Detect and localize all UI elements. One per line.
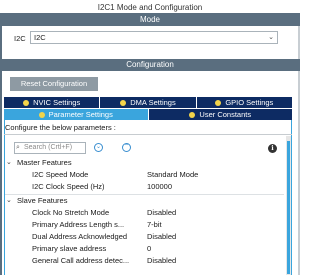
chevron-down-icon: ⌄ [268, 34, 274, 41]
reset-configuration-button[interactable]: Reset Configuration [10, 77, 98, 91]
settings-tabs-row-2: Parameter Settings User Constants [4, 109, 292, 120]
tab-dma-settings[interactable]: DMA Settings [100, 97, 196, 108]
info-icon[interactable]: i [268, 144, 277, 153]
param-name: I2C Speed Mode [32, 170, 89, 179]
param-name: Primary slave address [32, 244, 107, 253]
search-placeholder: Search (Crtl+F) [24, 144, 73, 151]
param-value: Disabled [147, 232, 177, 241]
configure-hint: Configure the below parameters : [5, 123, 116, 132]
mode-section-header: Mode [0, 13, 300, 26]
param-row[interactable]: I2C Speed Mode Standard Mode [5, 169, 284, 180]
search-input[interactable]: ⌕ Search (Crtl+F) [14, 142, 86, 154]
param-value: 7-bit [147, 220, 162, 229]
scrollbar-thumb[interactable] [287, 141, 290, 274]
group-master-features[interactable]: ⌄ Master Features [5, 157, 284, 168]
chevron-down-icon: ⌄ [6, 159, 12, 166]
param-value: 0 [147, 244, 152, 253]
search-icon: ⌕ [16, 144, 20, 151]
tab-label: GPIO Settings [225, 98, 274, 107]
param-value: Disabled [147, 208, 177, 217]
param-name: Clock No Stretch Mode [32, 208, 110, 217]
param-name: Primary Address Length s... [32, 220, 125, 229]
chevron-down-icon: ⌄ [6, 197, 12, 204]
param-row[interactable]: I2C Clock Speed (Hz) 100000 [5, 181, 284, 192]
tab-user-constants[interactable]: User Constants [148, 109, 292, 120]
status-dot-icon [38, 111, 45, 118]
group-label: Slave Features [17, 196, 68, 205]
status-dot-icon [215, 99, 222, 106]
param-value: Disabled [147, 256, 177, 265]
tab-label: DMA Settings [130, 98, 176, 107]
param-name: General Call address detec... [32, 256, 130, 265]
status-dot-icon [23, 99, 30, 106]
settings-tabs-row-1: NVIC Settings DMA Settings GPIO Settings [4, 97, 292, 108]
search-up-icon[interactable]: ⌃ [122, 143, 131, 152]
tab-label: User Constants [199, 110, 252, 119]
i2c-mode-value: I2C [34, 33, 46, 42]
divider [4, 134, 292, 135]
param-row[interactable]: Dual Address Acknowledged Disabled [5, 231, 284, 242]
tab-gpio-settings[interactable]: GPIO Settings [196, 97, 292, 108]
param-name: Dual Address Acknowledged [32, 232, 128, 241]
i2c-field-label: I2C [14, 34, 26, 43]
tab-parameter-settings[interactable]: Parameter Settings [4, 109, 148, 120]
param-row[interactable]: Primary Address Length s... 7-bit [5, 219, 284, 230]
group-label: Master Features [17, 158, 72, 167]
tab-label: Parameter Settings [48, 110, 113, 119]
configuration-section-header: Configuration [0, 59, 300, 71]
tab-label: NVIC Settings [33, 98, 81, 107]
param-row[interactable]: Primary slave address 0 [5, 243, 284, 254]
param-value: Standard Mode [147, 170, 199, 179]
status-dot-icon [120, 99, 127, 106]
search-down-icon[interactable]: ⌄ [94, 143, 103, 152]
param-row[interactable]: General Call address detec... Disabled [5, 255, 284, 266]
i2c-mode-select[interactable]: I2C ⌄ [30, 31, 278, 44]
group-slave-features[interactable]: ⌄ Slave Features [5, 195, 284, 206]
param-name: I2C Clock Speed (Hz) [32, 182, 105, 191]
param-value: 100000 [147, 182, 173, 191]
status-dot-icon [189, 111, 196, 118]
tab-nvic-settings[interactable]: NVIC Settings [4, 97, 100, 108]
param-row[interactable]: Clock No Stretch Mode Disabled [5, 207, 284, 218]
